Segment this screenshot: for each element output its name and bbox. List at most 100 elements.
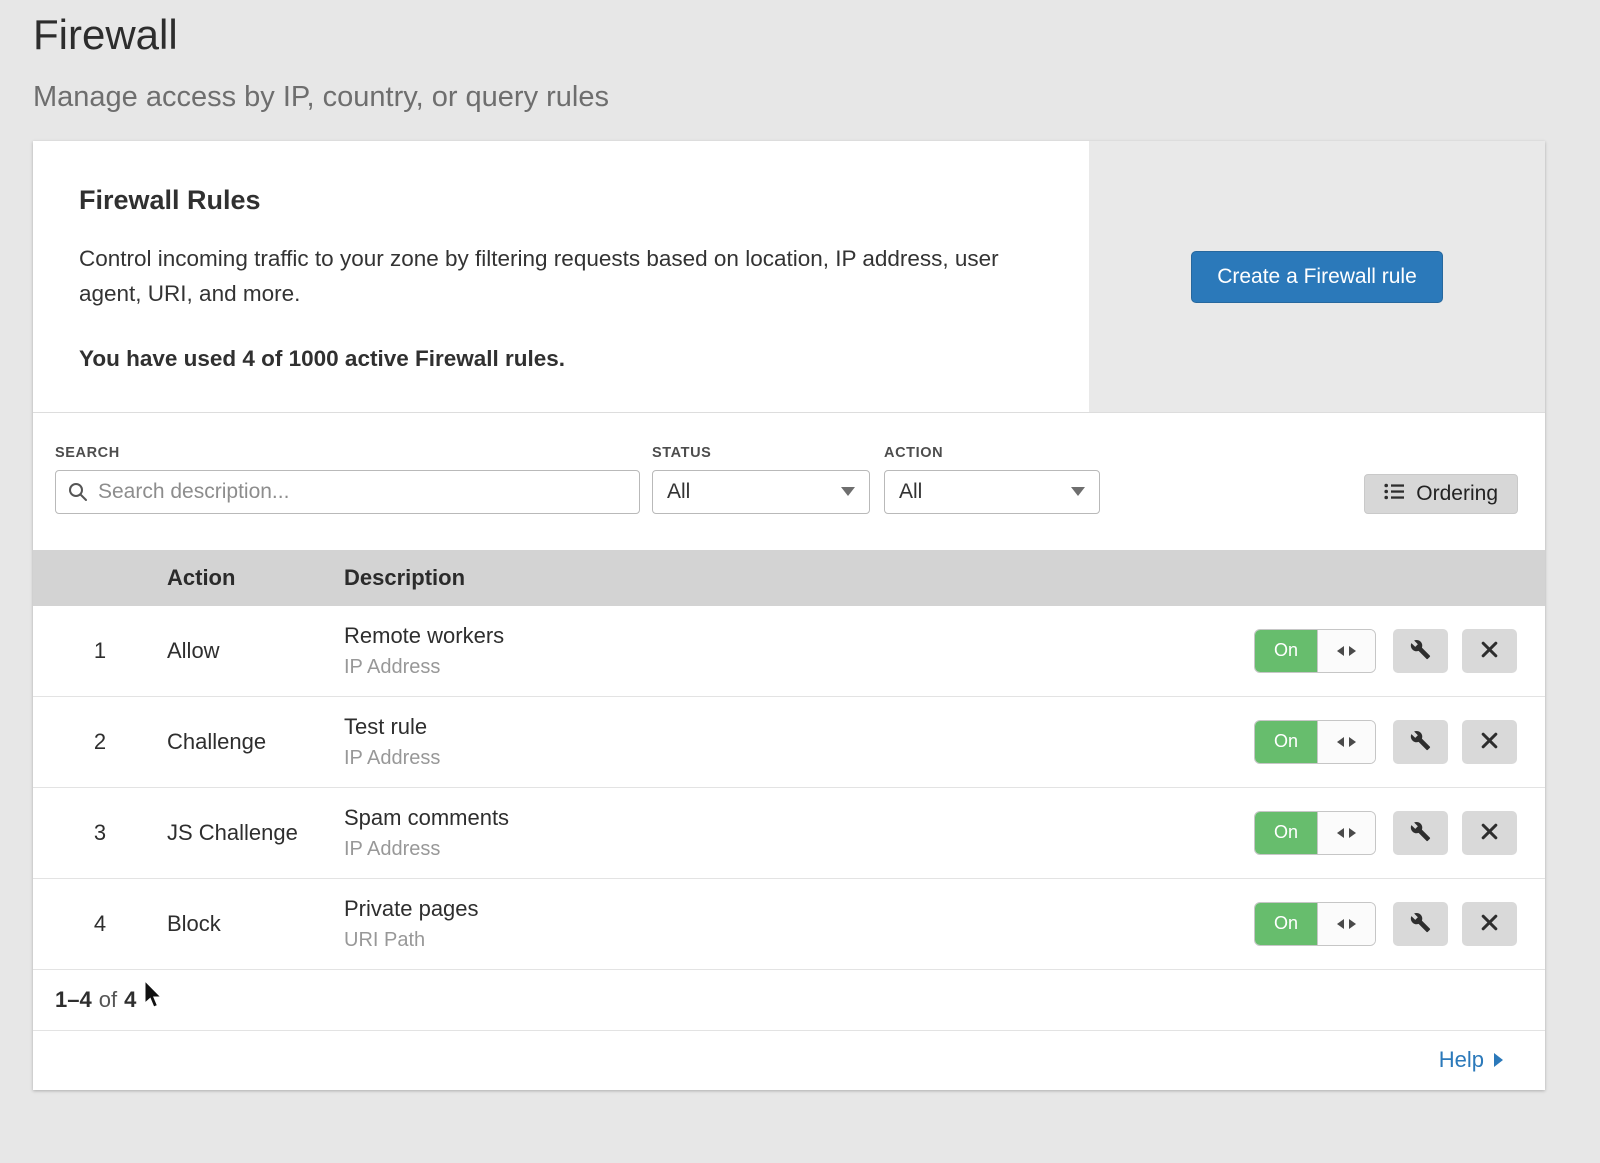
action-filter-group: ACTION All xyxy=(884,445,1100,514)
rule-description: Spam comments xyxy=(344,805,1254,831)
status-filter-group: STATUS All xyxy=(652,445,870,514)
usage-summary: You have used 4 of 1000 active Firewall … xyxy=(79,346,1029,372)
search-icon xyxy=(67,481,89,508)
rule-controls: On xyxy=(1254,811,1517,855)
edit-rule-button[interactable] xyxy=(1393,720,1448,764)
close-icon xyxy=(1480,731,1499,753)
wrench-icon xyxy=(1410,730,1431,754)
ordering-button[interactable]: Ordering xyxy=(1364,474,1518,514)
arrow-left-icon xyxy=(1337,919,1344,929)
rule-enabled-toggle[interactable]: On xyxy=(1254,811,1376,855)
rule-action: Allow xyxy=(167,638,344,664)
table-row: 3 JS Challenge Spam comments IP Address … xyxy=(33,788,1545,879)
help-link-label: Help xyxy=(1439,1047,1484,1073)
close-icon xyxy=(1480,822,1499,844)
firewall-rules-card: Firewall Rules Control incoming traffic … xyxy=(33,141,1545,1090)
ordered-list-icon xyxy=(1384,482,1405,506)
rule-enabled-toggle[interactable]: On xyxy=(1254,902,1376,946)
arrow-right-icon xyxy=(1349,646,1356,656)
rule-description: Private pages xyxy=(344,896,1254,922)
close-icon xyxy=(1480,640,1499,662)
page-header: Firewall Manage access by IP, country, o… xyxy=(0,0,1600,115)
toggle-on-label[interactable]: On xyxy=(1255,630,1317,672)
wrench-icon xyxy=(1410,912,1431,936)
rule-description-cell: Private pages URI Path xyxy=(344,896,1254,952)
delete-rule-button[interactable] xyxy=(1462,811,1517,855)
chevron-down-icon xyxy=(841,487,855,496)
delete-rule-button[interactable] xyxy=(1462,629,1517,673)
pagination-bar: 1–4 of 4 xyxy=(33,970,1545,1031)
rule-description-cell: Remote workers IP Address xyxy=(344,623,1254,679)
toggle-on-label[interactable]: On xyxy=(1255,812,1317,854)
help-link[interactable]: Help xyxy=(1439,1047,1503,1073)
priority-reorder-control[interactable] xyxy=(1317,721,1375,763)
table-row: 2 Challenge Test rule IP Address On xyxy=(33,697,1545,788)
toggle-on-label[interactable]: On xyxy=(1255,903,1317,945)
rule-match-type: IP Address xyxy=(344,747,1254,770)
section-heading: Firewall Rules xyxy=(79,185,1029,216)
action-column-header: Action xyxy=(167,565,344,591)
close-icon xyxy=(1480,913,1499,935)
page-title: Firewall xyxy=(33,10,1600,60)
search-label: SEARCH xyxy=(55,445,640,461)
status-select[interactable]: All xyxy=(652,470,870,514)
priority-reorder-control[interactable] xyxy=(1317,903,1375,945)
rule-description: Remote workers xyxy=(344,623,1254,649)
create-firewall-rule-button[interactable]: Create a Firewall rule xyxy=(1191,251,1443,303)
wrench-icon xyxy=(1410,639,1431,663)
rule-controls: On xyxy=(1254,902,1517,946)
edit-rule-button[interactable] xyxy=(1393,902,1448,946)
rule-priority: 2 xyxy=(33,729,167,755)
delete-rule-button[interactable] xyxy=(1462,720,1517,764)
table-header-row: Action Description xyxy=(33,550,1545,606)
edit-rule-button[interactable] xyxy=(1393,629,1448,673)
description-column-header: Description xyxy=(344,565,1545,591)
rule-controls: On xyxy=(1254,629,1517,673)
table-row: 1 Allow Remote workers IP Address On xyxy=(33,606,1545,697)
action-label: ACTION xyxy=(884,445,1100,461)
edit-rule-button[interactable] xyxy=(1393,811,1448,855)
section-description: Control incoming traffic to your zone by… xyxy=(79,242,1029,312)
table-row: 4 Block Private pages URI Path On xyxy=(33,879,1545,970)
arrow-right-icon xyxy=(1349,737,1356,747)
rule-priority: 1 xyxy=(33,638,167,664)
arrow-left-icon xyxy=(1337,646,1344,656)
arrow-right-icon xyxy=(1349,828,1356,838)
chevron-down-icon xyxy=(1071,487,1085,496)
rule-description-cell: Spam comments IP Address xyxy=(344,805,1254,861)
search-input[interactable] xyxy=(55,470,640,514)
status-label: STATUS xyxy=(652,445,870,461)
arrow-right-icon xyxy=(1349,919,1356,929)
arrow-left-icon xyxy=(1337,737,1344,747)
rule-match-type: IP Address xyxy=(344,838,1254,861)
rule-priority: 4 xyxy=(33,911,167,937)
rule-match-type: IP Address xyxy=(344,656,1254,679)
priority-reorder-control[interactable] xyxy=(1317,812,1375,854)
status-selected-value: All xyxy=(667,480,690,504)
help-bar: Help xyxy=(33,1031,1545,1090)
action-select[interactable]: All xyxy=(884,470,1100,514)
rule-action: Block xyxy=(167,911,344,937)
arrow-right-icon xyxy=(1494,1053,1503,1067)
rule-enabled-toggle[interactable]: On xyxy=(1254,720,1376,764)
priority-reorder-control[interactable] xyxy=(1317,630,1375,672)
rule-description-cell: Test rule IP Address xyxy=(344,714,1254,770)
rule-controls: On xyxy=(1254,720,1517,764)
delete-rule-button[interactable] xyxy=(1462,902,1517,946)
rule-enabled-toggle[interactable]: On xyxy=(1254,629,1376,673)
rule-action: JS Challenge xyxy=(167,820,344,846)
page-subtitle: Manage access by IP, country, or query r… xyxy=(33,80,1600,115)
action-selected-value: All xyxy=(899,480,922,504)
rule-priority: 3 xyxy=(33,820,167,846)
intro-text-block: Firewall Rules Control incoming traffic … xyxy=(33,141,1089,412)
pagination-of: of xyxy=(99,987,117,1013)
wrench-icon xyxy=(1410,821,1431,845)
pagination-total: 4 xyxy=(124,987,136,1013)
intro-section: Firewall Rules Control incoming traffic … xyxy=(33,141,1545,413)
rule-match-type: URI Path xyxy=(344,929,1254,952)
rule-action: Challenge xyxy=(167,729,344,755)
pagination-range: 1–4 xyxy=(55,987,92,1013)
ordering-button-label: Ordering xyxy=(1416,482,1498,506)
arrow-left-icon xyxy=(1337,828,1344,838)
toggle-on-label[interactable]: On xyxy=(1255,721,1317,763)
